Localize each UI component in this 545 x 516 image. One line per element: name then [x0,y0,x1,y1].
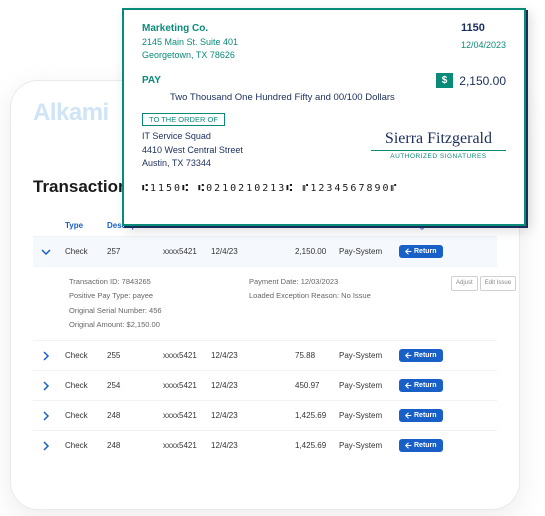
payee-name: IT Service Squad [142,130,243,144]
edit-issue-button[interactable]: Edit Issue [480,276,516,291]
cell-acct: xxxx5421 [163,441,211,450]
cell-debit: 2,150.00 [295,247,339,256]
cell-desc: 255 [107,351,163,360]
return-button[interactable]: Return [399,439,443,452]
cell-acct: xxxx5421 [163,411,211,420]
table-row[interactable]: Check248xxxx542112/4/23 1,425.69Pay-Syste… [33,400,497,430]
cell-acct: xxxx5421 [163,247,211,256]
chevron-right-icon[interactable] [41,411,51,421]
cell-debit: 450.97 [295,381,339,390]
check-addr1: 2145 Main St. Suite 401 [142,36,238,49]
cell-status: Pay-System [339,381,399,390]
adjust-button[interactable]: Adjust [451,276,478,291]
check-amount-words: Two Thousand One Hundred Fifty and 00/10… [170,92,506,103]
cell-date: 12/4/23 [211,351,255,360]
transaction-table: Type Description Acount Date Credit Debi… [33,215,497,460]
cell-desc: 257 [107,247,163,256]
cell-status: Pay-System [339,411,399,420]
chevron-down-icon[interactable] [41,247,51,257]
cell-desc: 254 [107,381,163,390]
cell-type: Check [65,411,107,420]
table-row[interactable]: Check255xxxx542112/4/23 75.88Pay-SystemRe… [33,340,497,370]
cell-type: Check [65,247,107,256]
check-number: 1150 [461,22,506,34]
cell-desc: 248 [107,441,163,450]
check-date: 12/04/2023 [461,40,506,50]
cell-status: Pay-System [339,351,399,360]
signature-label: AUTHORIZED SIGNATURES [371,153,506,160]
order-label: TO THE ORDER OF [142,113,225,126]
table-row[interactable]: Check257xxxx542112/4/23 2,150.00Pay-Syste… [33,236,497,266]
check-amount: 2,150.00 [459,74,506,88]
check-company: Marketing Co. [142,22,238,36]
payee-addr2: Austin, TX 73344 [142,157,243,171]
return-button[interactable]: Return [399,245,443,258]
row-detail: Transaction ID: 7843265Positive Pay Type… [33,266,497,340]
return-button[interactable]: Return [399,379,443,392]
cell-date: 12/4/23 [211,247,255,256]
check-preview: Marketing Co. 2145 Main St. Suite 401 Ge… [122,8,526,226]
return-button[interactable]: Return [399,349,443,362]
cell-debit: 1,425.69 [295,441,339,450]
signature: Sierra Fitzgerald [371,130,506,151]
cell-status: Pay-System [339,247,399,256]
chevron-right-icon[interactable] [41,381,51,391]
check-addr2: Georgetown, TX 78626 [142,49,238,62]
cell-date: 12/4/23 [211,441,255,450]
payee-addr1: 4410 West Central Street [142,144,243,158]
cell-desc: 248 [107,411,163,420]
cell-type: Check [65,441,107,450]
cell-date: 12/4/23 [211,381,255,390]
cell-debit: 1,425.69 [295,411,339,420]
col-type[interactable]: Type [65,221,107,230]
cell-date: 12/4/23 [211,411,255,420]
micr-line: ⑆1150⑆ ⑆0210210213⑆ ⑈1234567890⑈ [142,183,506,194]
return-button[interactable]: Return [399,409,443,422]
pay-label: PAY [142,75,161,86]
cell-type: Check [65,351,107,360]
cell-type: Check [65,381,107,390]
table-row[interactable]: Check254xxxx542112/4/23 450.97Pay-SystemR… [33,370,497,400]
table-row[interactable]: Check248xxxx542112/4/23 1,425.69Pay-Syste… [33,430,497,460]
cell-acct: xxxx5421 [163,351,211,360]
dollar-icon: $ [436,73,454,88]
chevron-right-icon[interactable] [41,441,51,451]
cell-acct: xxxx5421 [163,381,211,390]
cell-status: Pay-System [339,441,399,450]
cell-debit: 75.88 [295,351,339,360]
chevron-right-icon[interactable] [41,351,51,361]
